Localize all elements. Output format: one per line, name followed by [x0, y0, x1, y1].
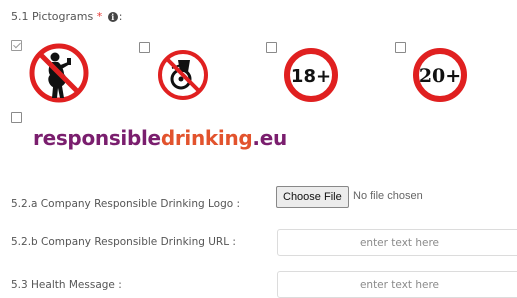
- url-input[interactable]: [277, 229, 517, 256]
- pictograms-heading-text: 5.1 Pictograms: [11, 10, 94, 23]
- heading-colon: :: [118, 10, 123, 23]
- choose-file-button[interactable]: Choose File: [276, 186, 349, 208]
- info-icon[interactable]: i: [107, 12, 118, 22]
- no-pregnant-drinking-icon: [29, 43, 89, 103]
- pictogram-checkbox-drive[interactable]: [139, 42, 150, 53]
- pictogram-checkbox-responsible[interactable]: [11, 112, 22, 123]
- pictogram-checkbox-pregnant[interactable]: [11, 40, 22, 51]
- pictogram-checkbox-20[interactable]: [395, 42, 406, 53]
- url-label: 5.2.b Company Responsible Drinking URL :: [11, 236, 236, 248]
- responsible-drinking-logo: responsibledrinking.eu: [33, 126, 287, 150]
- svg-text:20+: 20+: [419, 65, 461, 87]
- health-message-input[interactable]: [277, 271, 517, 298]
- pictograms-heading: 5.1 Pictograms * i:: [11, 10, 122, 23]
- no-drink-driving-icon: [158, 50, 208, 100]
- age-18-plus-icon: 18+: [284, 48, 338, 102]
- age-20-plus-icon: 20+: [413, 48, 467, 102]
- pictogram-checkbox-18[interactable]: [266, 42, 277, 53]
- health-message-label: 5.3 Health Message :: [11, 279, 122, 291]
- required-marker: *: [96, 10, 103, 23]
- logo-part-drinking: drinking: [160, 126, 253, 150]
- logo-upload-label: 5.2.a Company Responsible Drinking Logo …: [11, 198, 241, 210]
- logo-part-eu: .eu: [252, 126, 287, 150]
- logo-part-responsible: responsible: [33, 126, 161, 150]
- file-status-text: No file chosen: [353, 190, 423, 202]
- svg-text:18+: 18+: [291, 66, 331, 87]
